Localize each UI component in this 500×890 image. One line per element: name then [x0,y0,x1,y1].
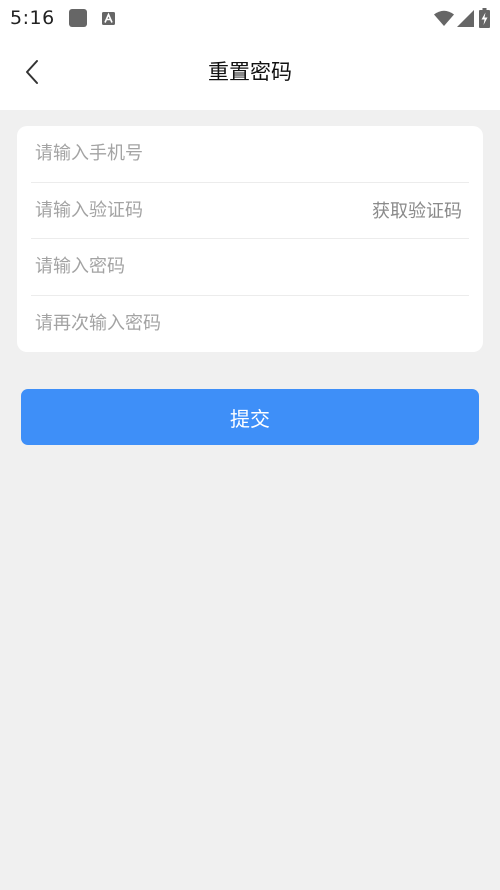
status-icons [434,8,490,28]
reset-password-form: 获取验证码 [17,126,483,352]
password-row [31,239,469,296]
back-button[interactable] [14,54,50,90]
nav-bar: 重置密码 [0,36,500,110]
get-code-button[interactable]: 获取验证码 [372,197,469,223]
chevron-left-icon [26,60,38,84]
confirm-password-row [31,296,469,353]
notification-square-icon [68,9,87,27]
verification-code-input[interactable] [31,190,372,231]
phone-input[interactable] [31,133,469,174]
confirm-password-input[interactable] [31,303,469,344]
wifi-icon [434,10,454,26]
battery-charging-icon [479,8,490,28]
password-input[interactable] [31,246,469,287]
signal-icon [457,9,474,27]
phone-row [31,126,469,183]
a-app-icon [102,11,116,25]
page-title: 重置密码 [208,60,292,84]
status-bar: 5:16 [0,0,500,36]
status-time: 5:16 [10,7,55,29]
verification-code-row: 获取验证码 [31,183,469,239]
submit-button[interactable]: 提交 [21,389,479,445]
